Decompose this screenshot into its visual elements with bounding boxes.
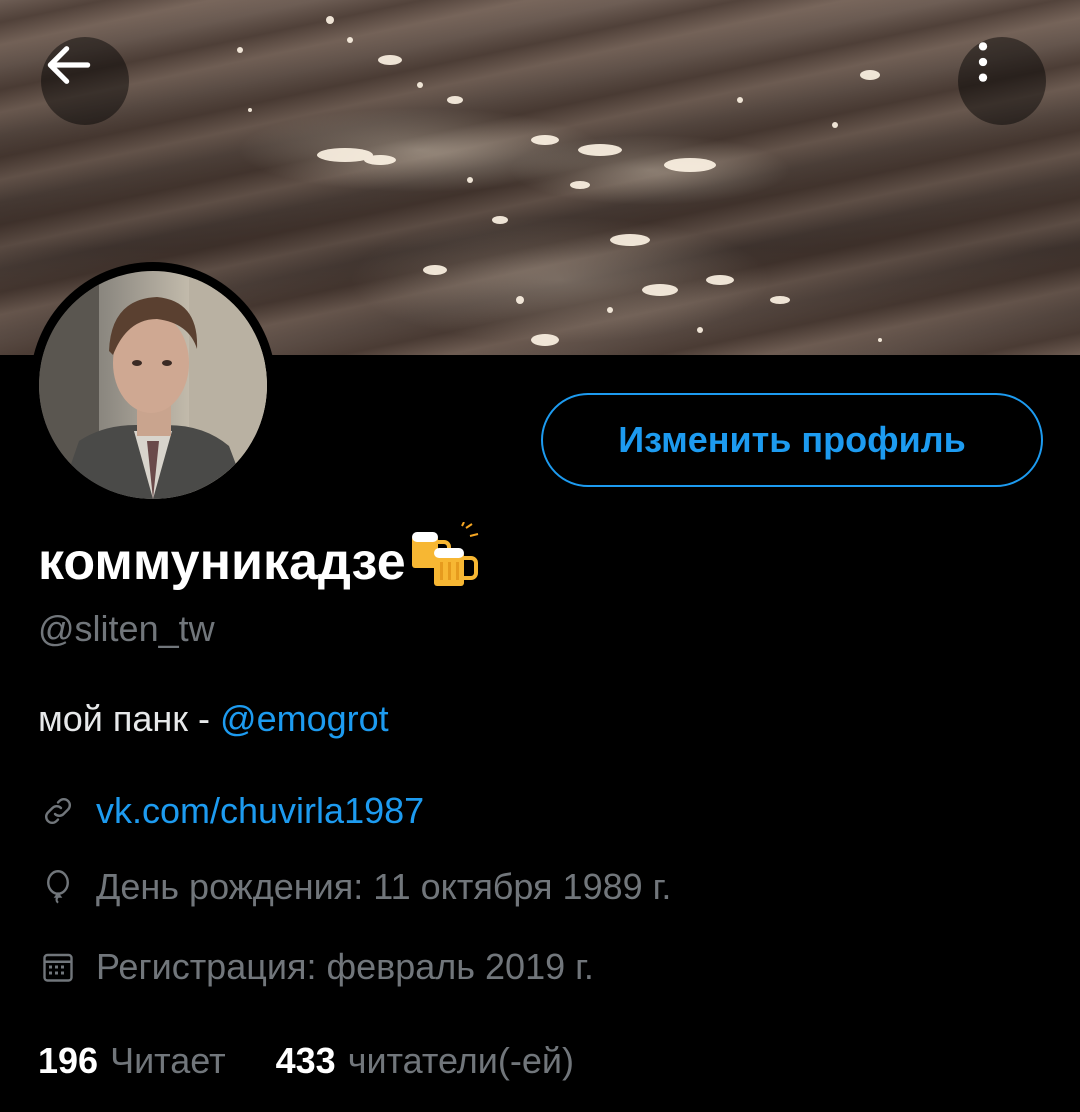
following-count: 196 <box>38 1040 99 1081</box>
followers-link[interactable]: 433 читатели(-ей) <box>276 1040 574 1082</box>
back-button[interactable] <box>41 37 129 125</box>
handle: @sliten_tw <box>38 608 215 649</box>
joined-row: Регистрация: февраль 2019 г. <box>38 946 594 988</box>
calendar-icon <box>38 947 78 987</box>
follow-counts: 196 Читает 433 читатели(-ей) <box>38 1040 624 1082</box>
avatar-image <box>39 271 267 499</box>
more-options-button[interactable] <box>958 37 1046 125</box>
link-icon <box>38 791 78 831</box>
edit-profile-button[interactable]: Изменить профиль <box>541 393 1043 487</box>
joined-text: Регистрация: февраль 2019 г. <box>96 946 594 987</box>
bio-text: мой панк - <box>38 698 221 739</box>
following-label: Читает <box>110 1040 226 1081</box>
followers-count: 433 <box>275 1040 336 1081</box>
display-name-text: коммуникадзе <box>38 532 406 591</box>
balloon-icon <box>38 867 78 907</box>
beer-mugs-icon <box>408 521 488 601</box>
birthday-text: День рождения: 11 октября 1989 г. <box>96 866 672 907</box>
avatar[interactable] <box>30 262 276 508</box>
website-link[interactable]: vk.com/chuvirla1987 <box>96 790 424 832</box>
following-link[interactable]: 196 Читает <box>38 1040 226 1082</box>
bio: мой панк - @emogrot <box>38 698 389 740</box>
display-name: коммуникадзе <box>38 521 488 601</box>
followers-label: читатели(-ей) <box>347 1040 574 1081</box>
website-row: vk.com/chuvirla1987 <box>38 790 424 832</box>
birthday-row: День рождения: 11 октября 1989 г. <box>38 866 671 908</box>
bio-mention-link[interactable]: @emogrot <box>220 698 389 739</box>
